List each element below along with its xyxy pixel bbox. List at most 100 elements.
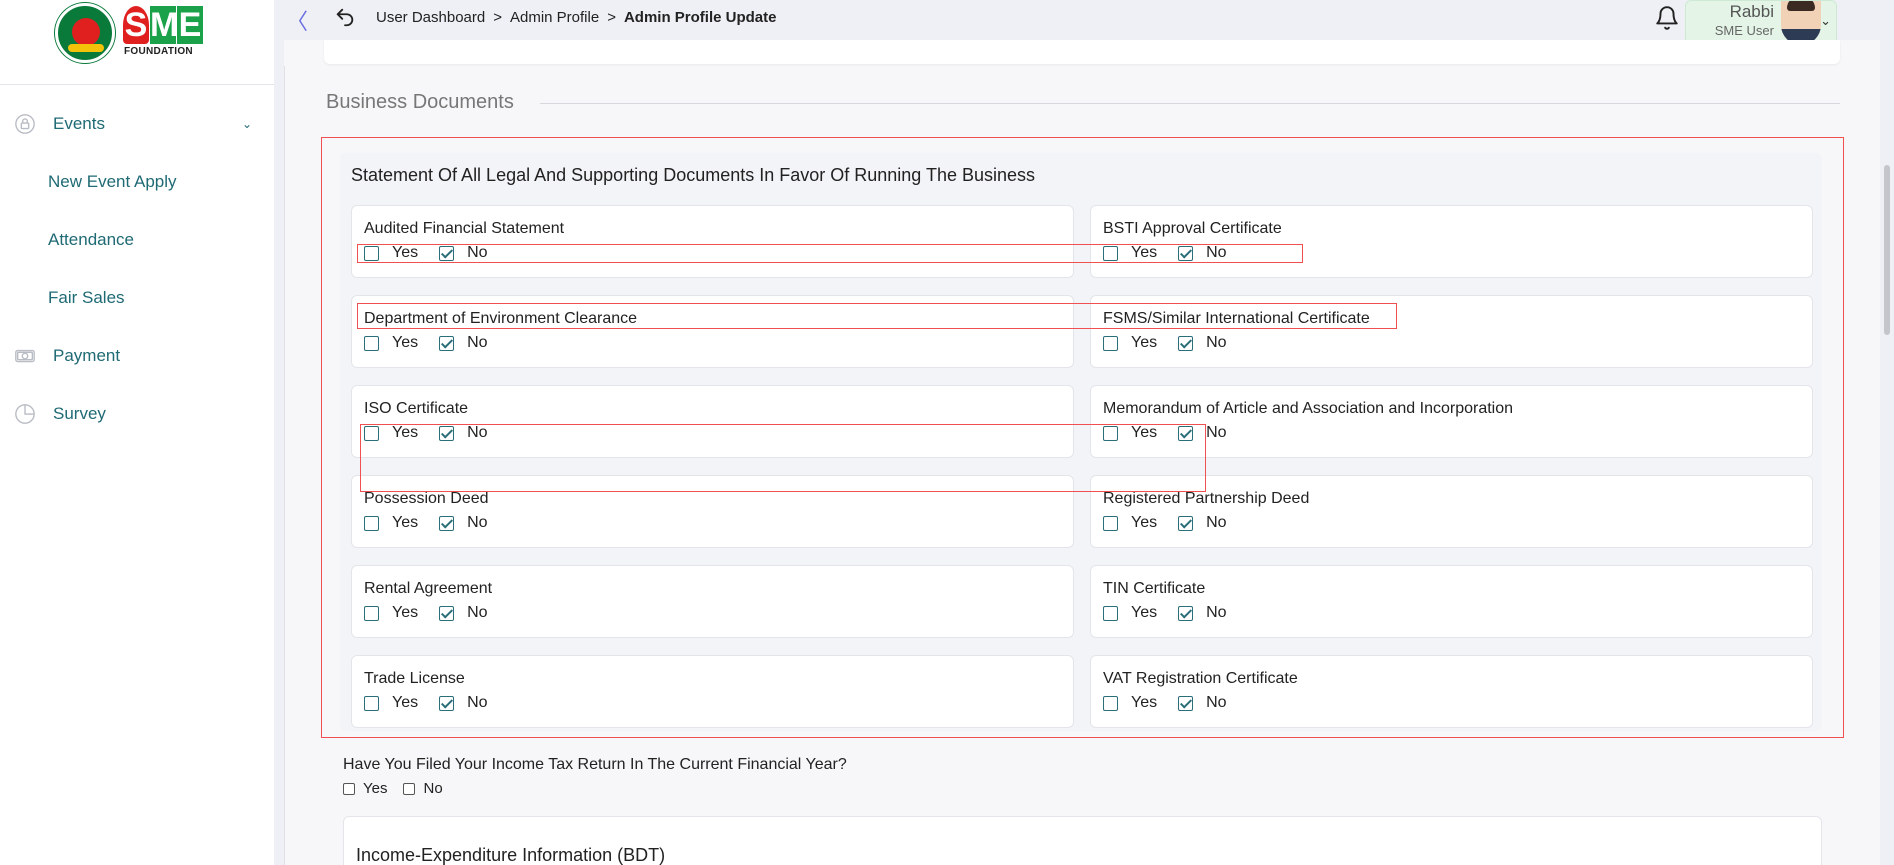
document-options: Yes No — [1103, 244, 1248, 262]
breadcrumb-separator: > — [493, 9, 502, 26]
document-options: Yes No — [1103, 514, 1248, 532]
scrollbar[interactable] — [1884, 165, 1890, 335]
document-item: FSMS/Similar International Certificate Ye… — [1090, 295, 1813, 368]
tax-yes-label: Yes — [363, 780, 388, 797]
no-checkbox[interactable] — [439, 425, 455, 441]
back-arrow-icon[interactable] — [334, 6, 356, 28]
yes-label: Yes — [392, 244, 419, 261]
sidebar-menu: Events ⌄ New Event Apply Attendance Fair… — [0, 95, 274, 443]
yes-checkbox[interactable] — [1103, 245, 1118, 261]
yes-checkbox[interactable] — [1103, 605, 1118, 621]
document-label: Rental Agreement — [364, 580, 493, 597]
yes-label: Yes — [392, 604, 419, 621]
document-label: BSTI Approval Certificate — [1103, 220, 1282, 237]
sidebar-item-label: Attendance — [48, 230, 135, 249]
sidebar-item-label: Payment — [53, 346, 121, 365]
breadcrumb-current: Admin Profile Update — [623, 9, 777, 26]
no-checkbox[interactable] — [439, 335, 455, 351]
sidebar-item-payment[interactable]: Payment — [0, 327, 274, 385]
tax-no-label: No — [423, 780, 443, 797]
document-item: VAT Registration Certificate Yes No — [1090, 655, 1813, 728]
government-emblem-icon — [55, 3, 115, 63]
no-checkbox[interactable] — [439, 605, 455, 621]
yes-checkbox[interactable] — [364, 515, 379, 531]
yes-checkbox[interactable] — [364, 425, 379, 441]
document-label: Possession Deed — [364, 490, 489, 507]
document-options: Yes No — [364, 604, 509, 622]
yes-checkbox[interactable] — [364, 695, 379, 711]
chevron-down-icon[interactable]: ⌄ — [1820, 13, 1831, 29]
no-label: No — [467, 424, 488, 441]
sidebar-collapse-icon[interactable]: 〈 — [286, 4, 308, 36]
yes-label: Yes — [1131, 514, 1158, 531]
document-item: Department of Environment Clearance Yes No — [351, 295, 1074, 368]
avatar — [1781, 1, 1821, 45]
document-options: Yes No — [364, 694, 509, 712]
document-options: Yes No — [364, 244, 509, 262]
sme-foundation-logo[interactable]: SME FOUNDATION — [123, 6, 208, 62]
breadcrumb-admin-profile[interactable]: Admin Profile — [510, 9, 599, 26]
logo-area: SME FOUNDATION — [0, 0, 274, 85]
tax-return-options: Yes No — [343, 780, 459, 797]
yes-checkbox[interactable] — [364, 245, 379, 261]
yes-checkbox[interactable] — [1103, 695, 1118, 711]
tax-no-checkbox[interactable] — [403, 782, 416, 795]
tax-yes-checkbox[interactable] — [343, 782, 355, 795]
logo-letter-e: E — [177, 6, 203, 44]
sidebar-item-new-event-apply[interactable]: New Event Apply — [0, 153, 274, 211]
yes-label: Yes — [1131, 334, 1158, 351]
yes-label: Yes — [1131, 424, 1158, 441]
yes-checkbox[interactable] — [364, 335, 379, 351]
breadcrumb: User Dashboard > Admin Profile > Admin P… — [376, 9, 776, 26]
no-checkbox[interactable] — [439, 245, 455, 261]
document-label: ISO Certificate — [364, 400, 469, 417]
document-options: Yes No — [1103, 604, 1248, 622]
no-checkbox[interactable] — [1178, 695, 1194, 711]
chevron-down-icon[interactable]: ⌄ — [242, 117, 252, 131]
no-checkbox[interactable] — [1178, 515, 1194, 531]
document-item: Registered Partnership Deed Yes No — [1090, 475, 1813, 548]
no-checkbox[interactable] — [1178, 245, 1194, 261]
document-item: Memorandum of Article and Association an… — [1090, 385, 1813, 458]
lock-icon — [15, 114, 35, 134]
sidebar: SME FOUNDATION Events ⌄ New Event Apply … — [0, 0, 274, 865]
sidebar-item-fair-sales[interactable]: Fair Sales — [0, 269, 274, 327]
tax-return-question: Have You Filed Your Income Tax Return In… — [343, 756, 847, 773]
document-item: TIN Certificate Yes No — [1090, 565, 1813, 638]
yes-label: Yes — [392, 424, 419, 441]
no-checkbox[interactable] — [1178, 425, 1194, 441]
no-label: No — [1206, 424, 1227, 441]
pie-chart-icon — [15, 404, 35, 424]
sidebar-item-label: Survey — [53, 404, 106, 423]
document-label: TIN Certificate — [1103, 580, 1206, 597]
logo-subtext: FOUNDATION — [124, 46, 193, 57]
yes-label: Yes — [392, 334, 419, 351]
notification-bell-icon[interactable] — [1654, 5, 1680, 31]
document-options: Yes No — [364, 514, 509, 532]
user-role: SME User — [1714, 23, 1774, 38]
document-label: Memorandum of Article and Association an… — [1103, 400, 1514, 417]
no-label: No — [467, 334, 488, 351]
income-expenditure-card: Income-Expenditure Information (BDT) — [343, 816, 1822, 865]
yes-checkbox[interactable] — [1103, 335, 1118, 351]
sidebar-item-survey[interactable]: Survey — [0, 385, 274, 443]
sidebar-item-attendance[interactable]: Attendance — [0, 211, 274, 269]
no-label: No — [1206, 244, 1227, 261]
no-checkbox[interactable] — [439, 695, 455, 711]
yes-label: Yes — [392, 514, 419, 531]
document-options: Yes No — [1103, 334, 1248, 352]
no-checkbox[interactable] — [1178, 605, 1194, 621]
yes-checkbox[interactable] — [1103, 515, 1118, 531]
document-options: Yes No — [1103, 694, 1248, 712]
sidebar-item-label: Fair Sales — [48, 288, 125, 307]
document-options: Yes No — [364, 424, 509, 442]
no-checkbox[interactable] — [439, 515, 455, 531]
sidebar-item-events[interactable]: Events ⌄ — [0, 95, 274, 153]
no-checkbox[interactable] — [1178, 335, 1194, 351]
yes-checkbox[interactable] — [364, 605, 379, 621]
yes-checkbox[interactable] — [1103, 425, 1118, 441]
no-label: No — [467, 604, 488, 621]
no-label: No — [467, 514, 488, 531]
breadcrumb-user-dashboard[interactable]: User Dashboard — [376, 9, 485, 26]
money-icon — [15, 349, 35, 363]
